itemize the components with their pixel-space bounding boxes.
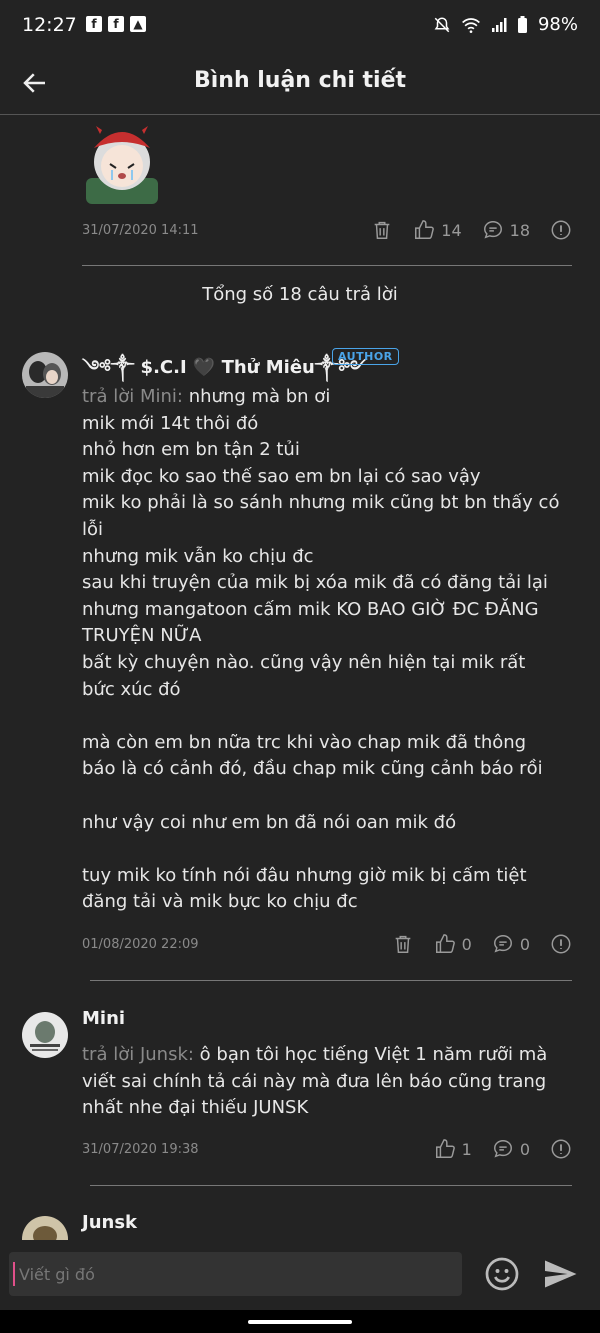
reply-username[interactable]: Junsk	[82, 1212, 137, 1233]
like-button[interactable]: 14	[413, 219, 462, 241]
reply-comment-text: trả lời Junsk: ô bạn tôi học tiếng Việt …	[82, 1042, 562, 1122]
more-info-button[interactable]	[550, 933, 572, 955]
trash-icon	[374, 221, 390, 239]
comment-line: mik ko phải là so sánh nhưng mik cũng bt…	[82, 492, 560, 540]
reply-button[interactable]: 0	[492, 1138, 530, 1160]
info-icon	[551, 934, 571, 954]
avatar[interactable]	[22, 352, 68, 398]
home-handle[interactable]	[248, 1320, 352, 1324]
reply-count: 0	[519, 1139, 530, 1159]
delete-button[interactable]	[371, 219, 393, 241]
comment-line: mik đọc ko sao thế sao em bn lại có sao …	[82, 465, 481, 487]
thumbs-up-icon	[435, 1139, 455, 1158]
status-bar: 12:27 f f ▲ 98%	[0, 0, 600, 52]
reply-to-label[interactable]: trả lời Junsk:	[82, 1044, 194, 1065]
reply-to-label[interactable]: trả lời Mini:	[82, 386, 183, 407]
reply-count: 0	[519, 934, 530, 954]
text-cursor	[13, 1262, 15, 1286]
comment-line: bất kỳ chuyện nào. cũng vậy nên hiện tại…	[82, 651, 526, 700]
comment-date: 31/07/2020 19:38	[82, 1141, 199, 1157]
info-icon	[551, 220, 571, 240]
more-info-button[interactable]	[550, 219, 572, 241]
divider	[90, 1185, 572, 1186]
reply-button[interactable]: 0	[492, 933, 530, 955]
more-info-button[interactable]	[550, 1138, 572, 1160]
trash-icon	[395, 935, 410, 953]
reply-count: 18	[509, 220, 530, 240]
comment-line: mà còn em bn nữa trc khi vào chap mik đã…	[82, 731, 543, 780]
send-icon[interactable]	[542, 1256, 578, 1292]
like-count: 0	[461, 934, 472, 954]
status-time: 12:27	[22, 14, 77, 36]
like-count: 14	[441, 220, 462, 240]
comment-actions: 0 0	[392, 933, 572, 955]
comment-line: tuy mik ko tính nói đâu nhưng giờ mik bị…	[82, 864, 527, 913]
sticker-image	[86, 126, 158, 204]
emoji-icon[interactable]	[484, 1256, 520, 1292]
reply-meta: 01/08/2020 22:09 0 0	[82, 930, 572, 958]
page-title: Bình luận chi tiết	[193, 68, 407, 93]
comment-line: nhưng mik vẫn ko chịu đc	[82, 545, 314, 567]
avatar[interactable]	[22, 1216, 68, 1240]
reply-username[interactable]: Mini	[82, 1008, 125, 1029]
comment-composer	[0, 1240, 600, 1310]
battery-icon	[517, 15, 527, 33]
comment-icon	[483, 221, 502, 239]
divider	[90, 980, 572, 981]
mute-icon	[434, 16, 450, 32]
delete-button[interactable]	[392, 933, 414, 955]
comment-line: nhưng mà bn ơi	[188, 386, 331, 407]
comment-icon	[493, 1140, 512, 1158]
battery-percent: 98%	[537, 14, 578, 35]
author-badge: AUTHOR	[332, 348, 399, 365]
divider	[82, 265, 572, 266]
comment-date: 31/07/2020 14:11	[82, 222, 199, 238]
comment-icon	[493, 935, 512, 953]
info-icon	[551, 1139, 571, 1159]
system-icons: 98%	[433, 14, 578, 35]
avatar[interactable]	[22, 1012, 68, 1058]
like-button[interactable]: 0	[434, 933, 472, 955]
wifi-icon	[462, 17, 480, 33]
app-bar: Bình luận chi tiết	[0, 52, 600, 115]
notification-icons: f f ▲	[86, 16, 146, 32]
thumbs-up-icon	[435, 934, 455, 953]
comment-actions: 1 0	[434, 1138, 572, 1160]
reply-comment-text: trả lời Mini: nhưng mà bn ơi mik mới 14t…	[82, 384, 562, 916]
facebook-notification-icon: f	[86, 16, 102, 32]
like-button[interactable]: 1	[434, 1138, 472, 1160]
reply-button[interactable]: 18	[482, 219, 530, 241]
comment-line: như vậy coi như em bn đã nói oan mik đó	[82, 811, 457, 833]
signal-icon	[491, 17, 507, 32]
reply-meta: 31/07/2020 19:38 1 0	[82, 1135, 572, 1163]
facebook-notification-icon: f	[108, 16, 124, 32]
comment-line: sau khi truyện của mik bị xóa mik đã có …	[82, 572, 548, 647]
image-notification-icon: ▲	[130, 16, 146, 32]
thumbs-up-icon	[415, 220, 435, 239]
comment-input[interactable]	[9, 1252, 462, 1296]
main-comment-meta: 31/07/2020 14:11 14 18	[82, 216, 572, 244]
like-count: 1	[461, 1139, 472, 1159]
comment-actions: 14 18	[371, 219, 572, 241]
total-replies-label: Tổng số 18 câu trả lời	[202, 284, 398, 305]
comment-line: nhỏ hơn em bn tận 2 tủi	[82, 439, 300, 461]
navigation-bar	[0, 1310, 600, 1333]
comment-date: 01/08/2020 22:09	[82, 936, 199, 952]
comment-line: mik mới 14t thôi đó	[82, 412, 259, 434]
